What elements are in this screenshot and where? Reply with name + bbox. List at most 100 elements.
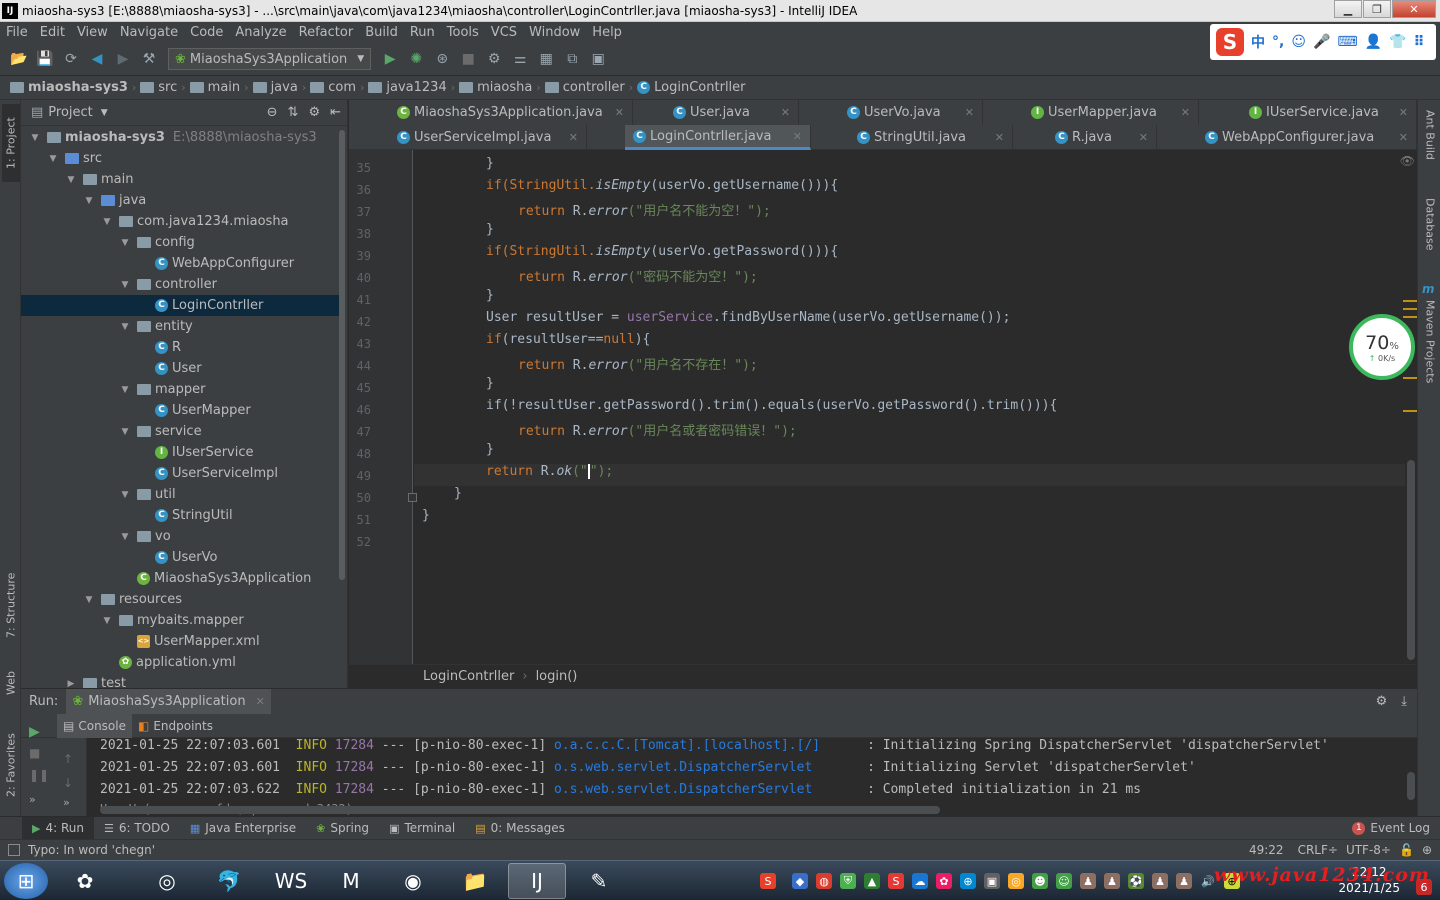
tree-item[interactable]: ▼ com.java1234.miaosha	[21, 211, 339, 232]
run-configuration-select[interactable]: ❀ MiaoshaSys3Application ▼	[168, 48, 372, 70]
tray-cloud-icon[interactable]: ☁	[912, 873, 928, 889]
breadcrumb-main[interactable]: main	[186, 80, 244, 95]
expand-arrow-icon[interactable]: ▼	[83, 196, 95, 206]
menu-file[interactable]: File	[0, 25, 34, 40]
close-tab-icon[interactable]: ✕	[1399, 131, 1408, 144]
expand-arrow-icon[interactable]: ▼	[101, 217, 113, 227]
expand-arrow-icon[interactable]: ▼	[119, 532, 131, 542]
scroll-down-icon[interactable]: ↓	[63, 776, 73, 790]
tree-item[interactable]: ▼ util	[21, 484, 339, 505]
back-arrow-icon[interactable]: ◀	[86, 48, 108, 70]
expand-arrow-icon[interactable]: ▼	[101, 616, 113, 626]
close-tab-icon[interactable]: ✕	[256, 695, 265, 708]
tree-item[interactable]: ▼ main	[21, 169, 339, 190]
tree-item[interactable]: ▼ resources	[21, 589, 339, 610]
tray-qq2-icon[interactable]: ♟	[1104, 873, 1120, 889]
breadcrumb-src[interactable]: src	[136, 80, 181, 95]
tree-item[interactable]: ▼ mapper	[21, 379, 339, 400]
breadcrumb-java1234[interactable]: java1234	[364, 80, 450, 95]
close-tab-icon[interactable]: ✕	[965, 106, 974, 119]
eye-icon[interactable]: 👁	[1400, 154, 1415, 168]
run-tool-tab[interactable]: ▶ 4: Run	[22, 816, 94, 840]
menu-run[interactable]: Run	[404, 25, 441, 40]
ime-skin-icon[interactable]: 👕	[1389, 34, 1406, 50]
project-structure-icon[interactable]: ▦	[535, 48, 557, 70]
ime-chinese-mode[interactable]: 中	[1251, 32, 1265, 52]
tray-wechat-icon[interactable]: ☻	[1032, 873, 1048, 889]
tree-item[interactable]: C User	[21, 358, 339, 379]
tree-item[interactable]: C LoginContrller	[21, 295, 339, 316]
expand-arrow-icon[interactable]: ▼	[29, 133, 41, 143]
close-tab-icon[interactable]: ✕	[781, 106, 790, 119]
open-folder-icon[interactable]: 📂	[8, 48, 30, 70]
ime-tools-icon[interactable]: ⠿	[1413, 34, 1424, 50]
project-scrollbar[interactable]	[339, 130, 345, 580]
lock-icon[interactable]: 🔓	[1399, 843, 1414, 857]
breadcrumb-class[interactable]: C LoginContrller	[633, 80, 749, 95]
expand-arrow-icon[interactable]: ▼	[83, 595, 95, 605]
tray-flower-icon[interactable]: ✿	[936, 873, 952, 889]
forward-arrow-icon[interactable]: ▶	[112, 48, 134, 70]
console-scrollbar[interactable]	[1407, 772, 1415, 800]
minimize-button[interactable]: ▁	[1334, 0, 1362, 18]
tree-item[interactable]: C UserVo	[21, 547, 339, 568]
fold-marker-icon[interactable]	[408, 493, 417, 502]
tab-logincontrller[interactable]: C LoginContrller.java ✕	[625, 125, 811, 150]
warning-marker[interactable]	[1403, 308, 1417, 310]
editor-scrollbar[interactable]	[1407, 460, 1415, 660]
tab-miaoshasys3application[interactable]: C MiaoshaSys3Application.java ✕	[389, 100, 633, 125]
crumb-method[interactable]: login()	[536, 669, 578, 684]
status-toggle-icon[interactable]	[8, 844, 20, 856]
expand-arrow-icon[interactable]: ▼	[119, 238, 131, 248]
close-tab-icon[interactable]: ✕	[995, 131, 1004, 144]
breadcrumb-miaosha[interactable]: miaosha	[455, 80, 536, 95]
file-encoding[interactable]: UTF-8÷	[1346, 843, 1391, 857]
tree-item[interactable]: ▼ src	[21, 148, 339, 169]
close-tab-icon[interactable]: ✕	[1139, 131, 1148, 144]
start-button[interactable]: ⊞	[4, 863, 48, 899]
menu-view[interactable]: View	[71, 25, 114, 40]
close-tab-icon[interactable]: ✕	[615, 106, 624, 119]
git-icon[interactable]: ⊕	[1422, 843, 1432, 857]
tray-app-icon[interactable]: ◍	[816, 873, 832, 889]
expand-arrow-icon[interactable]: ▼	[119, 385, 131, 395]
tray-network-icon[interactable]: ⊕	[960, 873, 976, 889]
breadcrumb-com[interactable]: com	[306, 80, 360, 95]
close-tab-icon[interactable]: ✕	[1399, 106, 1408, 119]
tree-item[interactable]: ✿ application.yml	[21, 652, 339, 673]
expand-arrow-icon[interactable]: ▼	[65, 175, 77, 185]
ant-build-tool-tab[interactable]: Ant Build	[1421, 110, 1439, 180]
menu-build[interactable]: Build	[359, 25, 404, 40]
breadcrumb-project[interactable]: miaosha-sys3	[6, 80, 132, 95]
warning-marker[interactable]	[1403, 316, 1417, 318]
taskbar-editor-icon[interactable]: ✎	[570, 863, 628, 899]
gear-icon[interactable]: ⚙	[1376, 694, 1388, 709]
taskbar-webstorm-icon[interactable]: WS	[262, 863, 320, 899]
menu-tools[interactable]: Tools	[441, 25, 485, 40]
expand-arrow-icon[interactable]: ▼	[47, 154, 59, 164]
tray-sogou-icon[interactable]: S	[760, 873, 776, 889]
build-icon[interactable]: ⚒	[138, 48, 160, 70]
expand-arrow-icon[interactable]: ▶	[65, 679, 77, 689]
tree-item[interactable]: ▼ mybaits.mapper	[21, 610, 339, 631]
hide-panel-icon[interactable]: ⤓	[1401, 694, 1407, 709]
line-separator[interactable]: CRLF÷	[1298, 843, 1338, 857]
stop-icon[interactable]: ■	[457, 48, 479, 70]
tray-qq4-icon[interactable]: ♟	[1176, 873, 1192, 889]
menu-refactor[interactable]: Refactor	[293, 25, 360, 40]
tab-usermapper[interactable]: I UserMapper.java ✕	[1023, 100, 1199, 125]
expand-arrow-icon[interactable]: ▼	[119, 490, 131, 500]
vcs-icon[interactable]: ⚌	[509, 48, 531, 70]
project-view-select[interactable]: Project	[48, 105, 92, 120]
terminal-toolbar-icon[interactable]: ▣	[587, 48, 609, 70]
close-tab-icon[interactable]: ✕	[1181, 106, 1190, 119]
run-config-tab[interactable]: ❀ MiaoshaSys3Application ✕	[66, 688, 271, 715]
save-icon[interactable]: 💾	[34, 48, 56, 70]
hide-panel-icon[interactable]: ⇤	[330, 105, 341, 120]
web-tool-tab[interactable]: Web	[2, 658, 20, 708]
tray-wechat2-icon[interactable]: ☺	[1056, 873, 1072, 889]
tab-user[interactable]: C User.java ✕	[665, 100, 799, 125]
crumb-class[interactable]: LoginContrller	[423, 669, 514, 684]
tab-userserviceimpl[interactable]: C UserServiceImpl.java ✕	[389, 125, 587, 150]
java-enterprise-tool-tab[interactable]: ▦ Java Enterprise	[180, 817, 306, 840]
